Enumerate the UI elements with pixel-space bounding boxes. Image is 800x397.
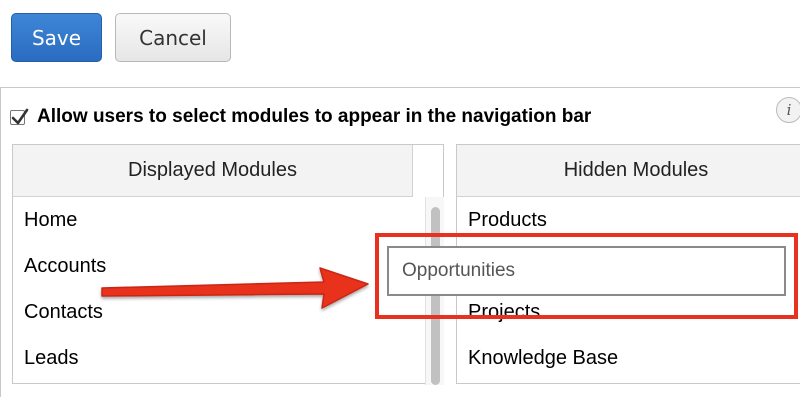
displayed-modules-header: Displayed Modules [13, 145, 413, 197]
info-icon[interactable]: i [776, 97, 800, 123]
hidden-modules-header: Hidden Modules [457, 145, 800, 197]
allow-select-modules-row: Allow users to select modules to appear … [10, 101, 591, 133]
allow-select-modules-checkbox[interactable] [10, 108, 29, 125]
red-arrow-icon [101, 267, 369, 309]
allow-select-modules-label: Allow users to select modules to appear … [37, 106, 592, 127]
save-button[interactable]: Save [11, 13, 102, 62]
list-item[interactable]: Leads [13, 335, 443, 381]
cancel-button[interactable]: Cancel [115, 13, 231, 62]
checkmark-icon [11, 108, 29, 124]
list-item[interactable]: Knowledge Base [457, 335, 800, 381]
dragged-module-item[interactable]: Opportunities [387, 246, 786, 296]
